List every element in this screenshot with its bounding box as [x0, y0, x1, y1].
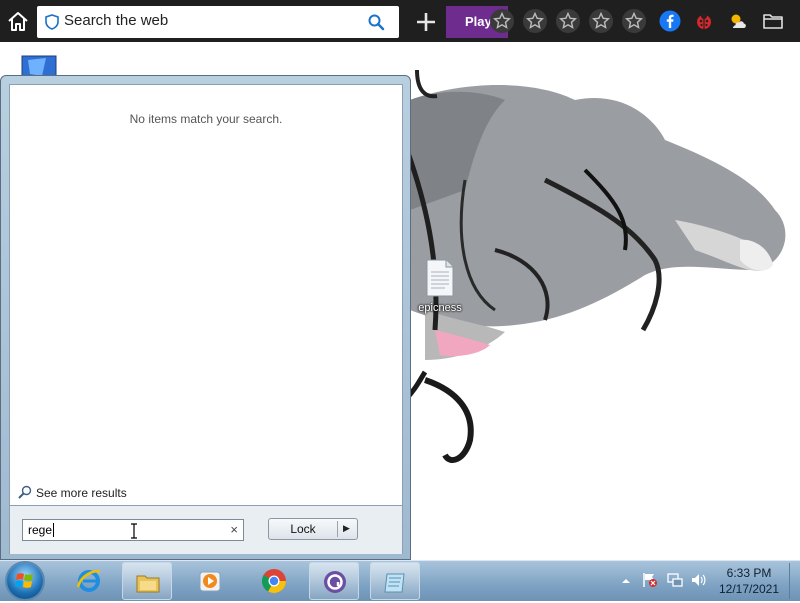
- home-icon[interactable]: [6, 10, 30, 34]
- taskbar-windows-explorer[interactable]: [122, 562, 172, 600]
- favorite-star-icon[interactable]: [523, 9, 547, 33]
- search-query-text: rege: [28, 523, 53, 537]
- lock-button[interactable]: Lock ▶: [268, 518, 358, 540]
- power-options-arrow-icon[interactable]: ▶: [343, 523, 350, 534]
- favorite-star-icon[interactable]: [490, 9, 514, 33]
- action-center-flag-icon[interactable]: [642, 572, 658, 592]
- show-desktop-button[interactable]: [789, 563, 800, 599]
- search-placeholder: Search the web: [64, 12, 169, 29]
- favorite-star-icon[interactable]: [589, 9, 613, 33]
- clock-date: 12/17/2021: [718, 582, 780, 596]
- shield-icon: [44, 14, 60, 30]
- see-more-label: See more results: [36, 486, 127, 500]
- start-menu-footer: rege × Lock ▶: [9, 506, 403, 554]
- new-tab-button[interactable]: [413, 9, 439, 35]
- magnifier-icon: [18, 485, 32, 499]
- text-cursor-icon: [130, 523, 138, 543]
- explorer-icon: [136, 575, 160, 593]
- see-more-results-link[interactable]: See more results: [18, 485, 127, 500]
- taskbar-notepad[interactable]: [370, 562, 420, 600]
- button-divider: [337, 521, 338, 537]
- taskbar-media-player[interactable]: [185, 562, 235, 600]
- lock-label: Lock: [290, 522, 316, 536]
- favorite-star-icon[interactable]: [556, 9, 580, 33]
- desktop-file-icon[interactable]: epicness: [414, 258, 466, 314]
- search-results-pane: No items match your search. See more res…: [9, 84, 403, 506]
- media-player-icon: [199, 571, 221, 592]
- notepad-icon: [384, 573, 405, 593]
- ladybug-icon[interactable]: [693, 10, 715, 32]
- ie-icon: [76, 570, 101, 592]
- no-results-message: No items match your search.: [129, 112, 283, 126]
- clock-time: 6:33 PM: [726, 566, 772, 580]
- facebook-icon[interactable]: [659, 10, 681, 32]
- search-icon[interactable]: [367, 13, 385, 31]
- text-caret: [53, 523, 54, 537]
- volume-icon[interactable]: [690, 572, 706, 592]
- app-icon: [324, 571, 346, 593]
- favorite-star-icon[interactable]: [622, 9, 646, 33]
- network-icon[interactable]: [667, 572, 683, 592]
- show-hidden-icons-arrow[interactable]: [620, 572, 632, 591]
- folder-icon[interactable]: [762, 10, 784, 32]
- desktop-icon-label: epicness: [418, 302, 462, 314]
- web-search-input[interactable]: Search the web: [37, 6, 399, 38]
- start-menu: No items match your search. See more res…: [0, 75, 411, 560]
- windows-logo-icon: [15, 573, 33, 588]
- taskbar-internet-explorer[interactable]: [64, 562, 114, 600]
- system-clock[interactable]: 6:33 PM 12/17/2021: [712, 565, 786, 597]
- document-icon: [425, 258, 455, 298]
- taskbar: 6:33 PM 12/17/2021: [0, 560, 800, 601]
- start-button[interactable]: [7, 563, 43, 599]
- chrome-icon: [261, 569, 286, 594]
- taskbar-chrome[interactable]: [249, 562, 299, 600]
- taskbar-app[interactable]: [309, 562, 359, 600]
- browser-toolbar: Search the web Play: [0, 0, 800, 42]
- clear-search-icon[interactable]: ×: [230, 522, 238, 537]
- weather-icon[interactable]: [727, 10, 749, 32]
